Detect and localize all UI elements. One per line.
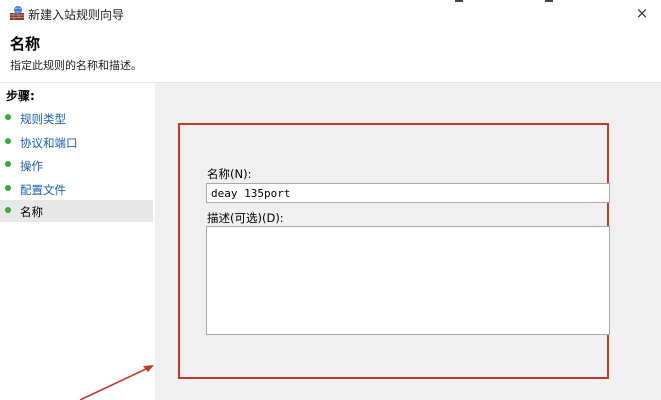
firewall-app-icon [10, 6, 24, 20]
step-bullet-icon [5, 138, 11, 144]
step-action[interactable]: 操作 [0, 154, 153, 176]
step-bullet-icon [5, 185, 11, 191]
step-name[interactable]: 名称 [0, 200, 153, 222]
title-bar-edge [455, 0, 463, 2]
title-bar: 新建入站规则向导 × [0, 0, 661, 28]
name-label: 名称(N): [207, 167, 252, 181]
wizard-header: 名称 指定此规则的名称和描述。 [0, 28, 661, 83]
step-bullet-icon [5, 114, 11, 120]
steps-label: 步骤: [6, 89, 35, 103]
step-label: 规则类型 [20, 112, 66, 126]
step-label: 操作 [20, 159, 43, 173]
step-bullet-icon [5, 161, 11, 167]
close-icon: × [635, 4, 649, 22]
page-subtitle: 指定此规则的名称和描述。 [10, 59, 142, 72]
step-profile[interactable]: 配置文件 [0, 178, 153, 200]
wizard-steps-sidebar: 步骤: 规则类型 协议和端口 操作 配置文件 名称 [0, 83, 155, 400]
close-button[interactable]: × [633, 4, 651, 22]
page-title: 名称 [10, 35, 41, 53]
step-rule-type[interactable]: 规则类型 [0, 107, 153, 129]
step-label: 配置文件 [20, 183, 66, 197]
description-textarea[interactable] [206, 226, 610, 335]
step-protocol-ports[interactable]: 协议和端口 [0, 131, 153, 153]
window-title: 新建入站规则向导 [28, 8, 125, 22]
description-label: 描述(可选)(D): [207, 211, 284, 225]
step-label: 名称 [20, 205, 43, 219]
step-bullet-icon [5, 207, 11, 213]
step-label: 协议和端口 [20, 136, 78, 150]
name-input[interactable] [206, 183, 610, 203]
title-bar-edge [545, 0, 553, 2]
